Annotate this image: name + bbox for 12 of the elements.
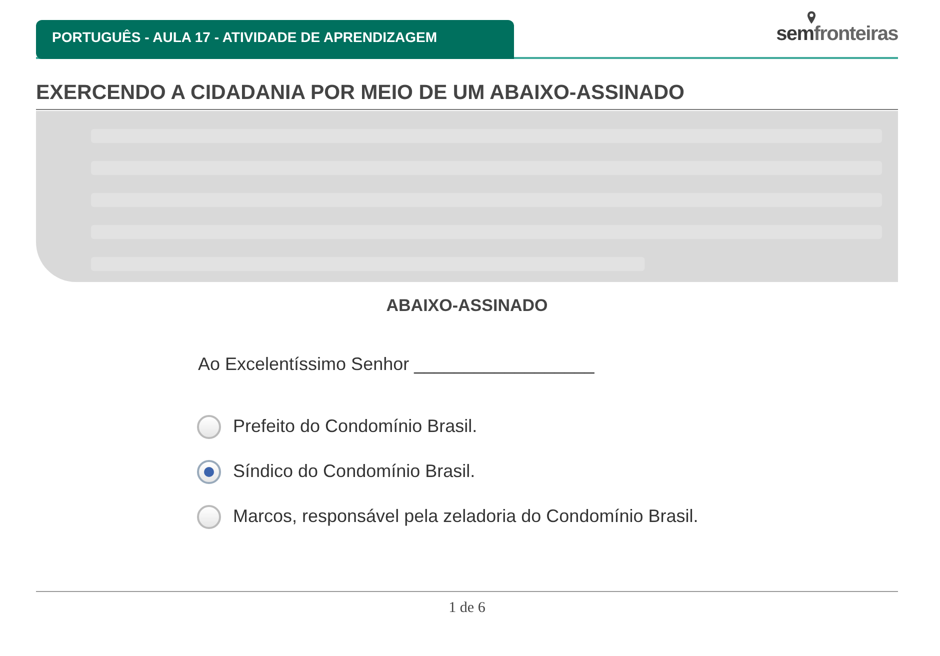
- logo: semfronteiras: [776, 10, 898, 57]
- document-title: ABAIXO-ASSINADO: [385, 296, 549, 316]
- page-counter: 1 de 6: [448, 600, 486, 616]
- lesson-title-banner: PORTUGUÊS - AULA 17 - ATIVIDADE DE APRENDIZAGEM: [36, 20, 514, 59]
- option-label[interactable]: Prefeito do Condomínio Brasil.: [233, 416, 478, 437]
- option-label[interactable]: Síndico do Condomínio Brasil.: [233, 461, 476, 482]
- radio-button[interactable]: [197, 414, 221, 438]
- salutation-text: Ao Excelentíssimo Senhor __________________: [198, 354, 596, 375]
- option-label[interactable]: Marcos, responsável pela zeladoria do Condomínio Brasil.: [233, 506, 698, 527]
- radio-button[interactable]: [197, 460, 221, 484]
- radio-button[interactable]: [197, 504, 221, 528]
- page-heading: EXERCENDO A CIDADANIA POR MEIO DE UM ABAIXO-ASSINADO: [36, 59, 898, 110]
